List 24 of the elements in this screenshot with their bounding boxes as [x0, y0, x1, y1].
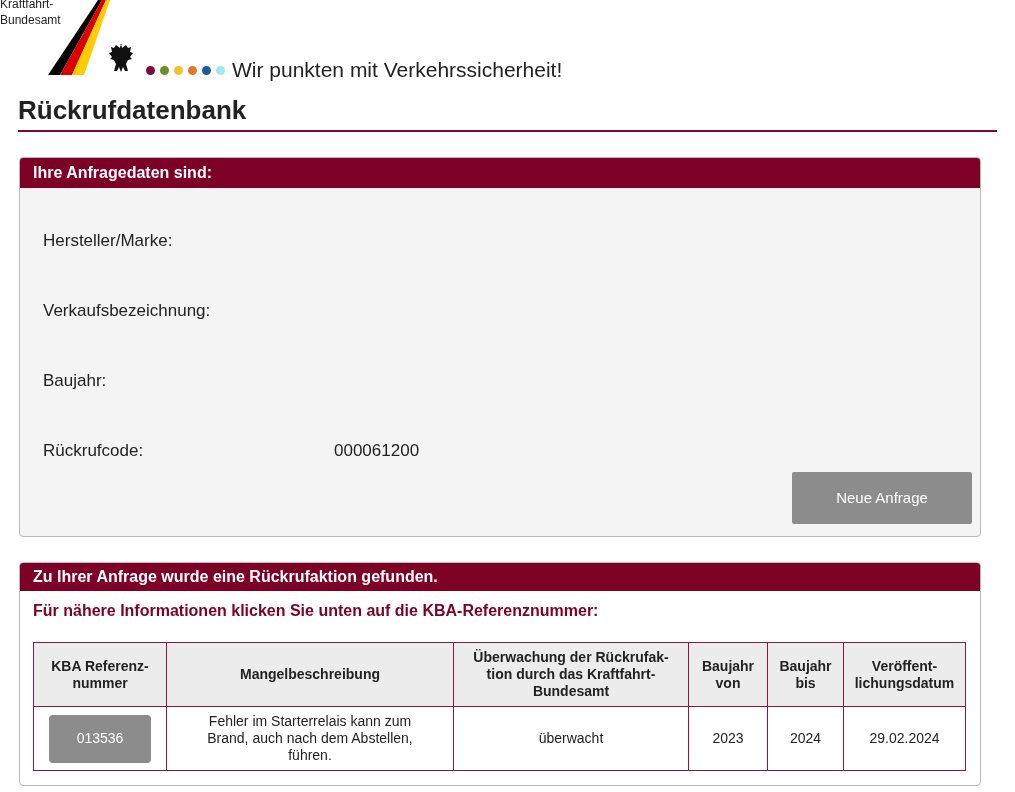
field-label: Hersteller/Marke:: [43, 230, 174, 253]
field-label: Baujahr:: [43, 370, 108, 393]
field-label: Verkaufsbezeichnung:: [43, 300, 212, 323]
table-cell: 29.02.2024: [843, 706, 966, 771]
reference-number-button[interactable]: 013536: [49, 714, 151, 763]
panel-header: Ihre Anfragedaten sind:: [20, 158, 980, 188]
column-header: Mangelbeschreibung: [166, 642, 454, 707]
page-title: Rückrufdatenbank: [18, 94, 997, 132]
column-header: KBA Referenz- nummer: [33, 642, 167, 707]
table-cell: 2023: [688, 706, 768, 771]
column-header: Baujahr bis: [767, 642, 844, 707]
table-cell: überwacht: [453, 706, 689, 771]
column-header: Baujahr von: [688, 642, 768, 707]
panel-header: Zu Ihrer Anfrage wurde eine Rückrufaktion gefunden.: [20, 563, 980, 591]
column-header: Überwachung der Rückrufak- tion durch das Kraftfahrt- Bundesamt: [453, 642, 689, 707]
field-label: Rückrufcode:: [43, 440, 145, 463]
new-query-button[interactable]: Neue Anfrage: [792, 472, 972, 524]
table-cell: Fehler im Starterrelais kann zum Brand, auch nach dem Abstellen, führen.: [166, 706, 454, 771]
slogan: Wir punkten mit Verkehrssicherheit!: [232, 58, 563, 82]
agency-name: Kraftfahrt- Bundesamt: [0, 0, 61, 28]
column-header: Veröffent- lichungsdatum: [843, 642, 966, 707]
hint-text: Für nähere Informationen klicken Sie unten auf die KBA-Referenznummer:: [32, 601, 600, 621]
table-cell: 2024: [767, 706, 844, 771]
field-value: 000061200: [334, 440, 420, 463]
